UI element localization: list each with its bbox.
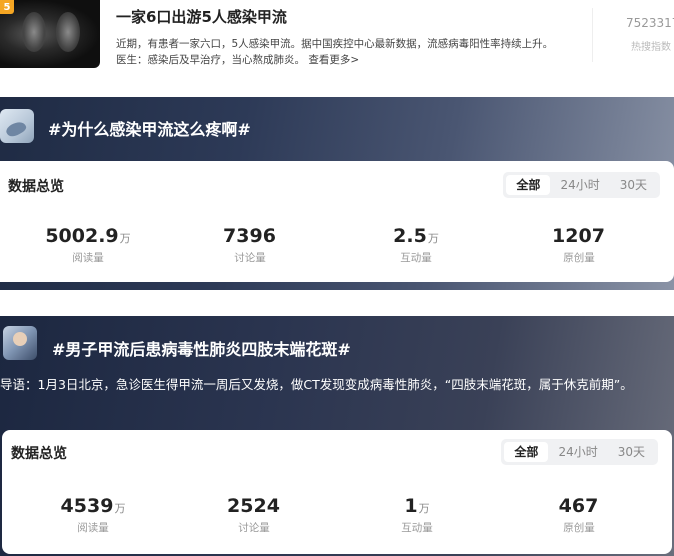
metric-label: 阅读量	[77, 522, 109, 534]
tab-all[interactable]: 全部	[504, 442, 549, 462]
time-range-tabs: 全部 24小时 30天	[501, 439, 658, 465]
metric-reads: 5002.9万 阅读量	[23, 225, 153, 265]
metric-value: 1	[404, 495, 418, 517]
tab-24h[interactable]: 24小时	[548, 442, 607, 462]
metric-unit: 万	[114, 502, 126, 515]
ct-scan-thumbnail[interactable]	[0, 0, 100, 68]
metric-interactions: 2.5万 互动量	[351, 225, 481, 265]
rank-badge: 5	[0, 0, 14, 14]
metric-originals: 467 原创量	[514, 495, 644, 535]
stats-overview-card: 数据总览 全部 24小时 30天 4539万 阅读量 2524 讨论量 1万 互…	[2, 430, 672, 554]
metric-interactions: 1万 互动量	[352, 495, 482, 535]
metric-value: 2.5	[393, 225, 427, 247]
topic-intro: 导语：1月3日北京，急诊医生得甲流一周后又发烧，做CT发现变成病毒性肺炎，“四肢…	[0, 377, 633, 392]
metric-unit: 万	[119, 232, 131, 245]
metrics-row: 4539万 阅读量 2524 讨论量 1万 互动量 467 原创量	[2, 495, 674, 535]
divider	[592, 8, 593, 62]
stats-heading: 数据总览	[8, 179, 64, 195]
metrics-row: 5002.9万 阅读量 7396 讨论量 2.5万 互动量 1207 原创量	[0, 225, 674, 265]
metric-label: 互动量	[401, 522, 433, 534]
metric-originals: 1207 原创量	[514, 225, 644, 265]
topic-avatar[interactable]	[3, 326, 37, 360]
see-more-link[interactable]: 查看更多>	[308, 54, 359, 66]
tab-30d[interactable]: 30天	[608, 442, 655, 462]
metric-value: 7396	[223, 225, 276, 247]
hot-search-item[interactable]: 5 一家6口出游5人感染甲流 近期，有患者一家六口，5人感染甲流。据中国疾控中心…	[0, 0, 674, 72]
metric-value: 4539	[60, 495, 114, 517]
metric-discussions: 7396 讨论量	[185, 225, 315, 265]
topic-avatar[interactable]	[0, 109, 34, 143]
metric-label: 讨论量	[238, 522, 270, 534]
tab-all[interactable]: 全部	[506, 175, 551, 195]
metric-label: 阅读量	[72, 252, 104, 264]
metric-label: 互动量	[400, 252, 432, 264]
description-line-2: 医生：感染后及早治疗，当心熬成肺炎。 查看更多>	[116, 52, 576, 68]
hot-search-description: 近期，有患者一家六口，5人感染甲流。据中国疾控中心最新数据，流感病毒阳性率持续上…	[116, 36, 576, 68]
metric-value: 2524	[227, 495, 280, 517]
metric-value: 1207	[552, 225, 605, 247]
tab-30d[interactable]: 30天	[610, 175, 657, 195]
topic-title[interactable]: #男子甲流后患病毒性肺炎四肢末端花斑#	[52, 336, 351, 360]
topic-card: #为什么感染甲流这么疼啊# 数据总览 全部 24小时 30天 5002.9万 阅…	[0, 97, 674, 290]
hot-search-title[interactable]: 一家6口出游5人感染甲流	[116, 6, 287, 27]
metric-label: 原创量	[563, 522, 595, 534]
tab-24h[interactable]: 24小时	[550, 175, 609, 195]
time-range-tabs: 全部 24小时 30天	[503, 172, 660, 198]
heat-index-label: 热搜指数	[631, 42, 671, 53]
heat-index-value: 7523317	[626, 16, 674, 30]
metric-label: 讨论量	[234, 252, 266, 264]
metric-discussions: 2524 讨论量	[189, 495, 319, 535]
metric-unit: 万	[418, 502, 430, 515]
description-line-2-text: 医生：感染后及早治疗，当心熬成肺炎。	[116, 54, 305, 66]
stats-heading: 数据总览	[11, 446, 67, 462]
topic-card: #男子甲流后患病毒性肺炎四肢末端花斑# 导语：1月3日北京，急诊医生得甲流一周后…	[0, 316, 674, 556]
stats-overview-card: 数据总览 全部 24小时 30天 5002.9万 阅读量 7396 讨论量 2.…	[0, 161, 674, 282]
metric-value: 5002.9	[45, 225, 119, 247]
description-line-1: 近期，有患者一家六口，5人感染甲流。据中国疾控中心最新数据，流感病毒阳性率持续上…	[116, 38, 554, 50]
metric-reads: 4539万 阅读量	[28, 495, 158, 535]
metric-label: 原创量	[563, 252, 595, 264]
topic-title[interactable]: #为什么感染甲流这么疼啊#	[48, 116, 251, 140]
metric-unit: 万	[427, 232, 439, 245]
metric-value: 467	[558, 495, 599, 517]
